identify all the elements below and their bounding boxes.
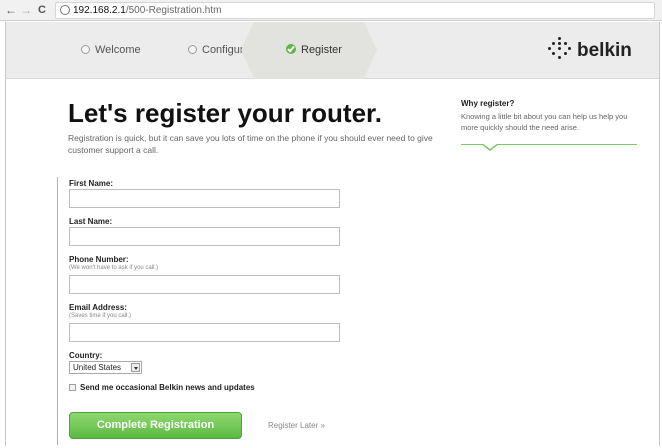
sidebar-divider-notch — [481, 143, 499, 151]
country-label: Country: — [69, 351, 103, 360]
brand-name: belkin — [577, 40, 632, 61]
setup-steps-header: Welcome Configure Register belkin — [6, 22, 659, 79]
why-register-title: Why register? — [461, 99, 515, 108]
address-bar[interactable]: 192.168.2.1/500-Registration.htm — [55, 2, 655, 19]
check-circle-icon — [286, 44, 296, 54]
browser-toolbar: ← → C 192.168.2.1/500-Registration.htm — [0, 0, 662, 21]
why-register-panel: Why register? Knowing a little bit about… — [461, 99, 637, 133]
step-incomplete-icon — [81, 45, 90, 54]
page-subtitle: Registration is quick, but it can save y… — [68, 133, 433, 155]
country-select[interactable]: United States — [69, 361, 142, 374]
page-title: Let's register your router. — [68, 98, 382, 128]
step-welcome: Welcome — [81, 22, 141, 79]
first-name-label: First Name: — [69, 179, 114, 188]
email-address-input[interactable] — [69, 323, 340, 342]
newsletter-label[interactable]: Send me occasional Belkin news and updat… — [80, 383, 255, 392]
url-host: 192.168.2.1 — [73, 5, 126, 16]
email-address-label: Email Address: — [69, 303, 127, 312]
page-info-icon[interactable] — [60, 5, 70, 15]
last-name-label: Last Name: — [69, 217, 113, 226]
register-later-link[interactable]: Register Later » — [268, 421, 325, 430]
phone-number-label: Phone Number: — [69, 255, 129, 264]
step-incomplete-icon — [188, 45, 197, 54]
step-label: Register — [301, 44, 342, 56]
phone-number-input[interactable] — [69, 275, 340, 294]
last-name-input[interactable] — [69, 227, 340, 246]
phone-number-hint: (We won't have to ask if you call.) — [69, 265, 159, 271]
url-path: /500-Registration.htm — [125, 5, 222, 16]
why-register-text: Knowing a little bit about you can help … — [461, 112, 628, 132]
email-address-hint: (Saves time if you call.) — [69, 313, 132, 319]
form-accent-line — [57, 177, 58, 445]
reload-icon[interactable]: C — [38, 2, 46, 18]
step-label: Welcome — [95, 44, 141, 56]
forward-arrow-icon[interactable]: → — [20, 2, 32, 18]
country-selected-value: United States — [73, 363, 122, 372]
belkin-logo: belkin — [547, 36, 637, 66]
first-name-input[interactable] — [69, 189, 340, 208]
complete-registration-button[interactable]: Complete Registration — [69, 412, 242, 439]
router-page: Welcome Configure Register belkin Let's … — [5, 22, 660, 446]
back-arrow-icon[interactable]: ← — [5, 2, 17, 18]
step-register: Register — [286, 22, 342, 79]
address-url[interactable]: 192.168.2.1/500-Registration.htm — [73, 4, 221, 17]
step-register-active: Register — [241, 22, 377, 79]
belkin-dots-icon — [547, 36, 573, 62]
dropdown-arrow-icon[interactable] — [131, 363, 140, 372]
newsletter-checkbox[interactable] — [69, 384, 76, 391]
